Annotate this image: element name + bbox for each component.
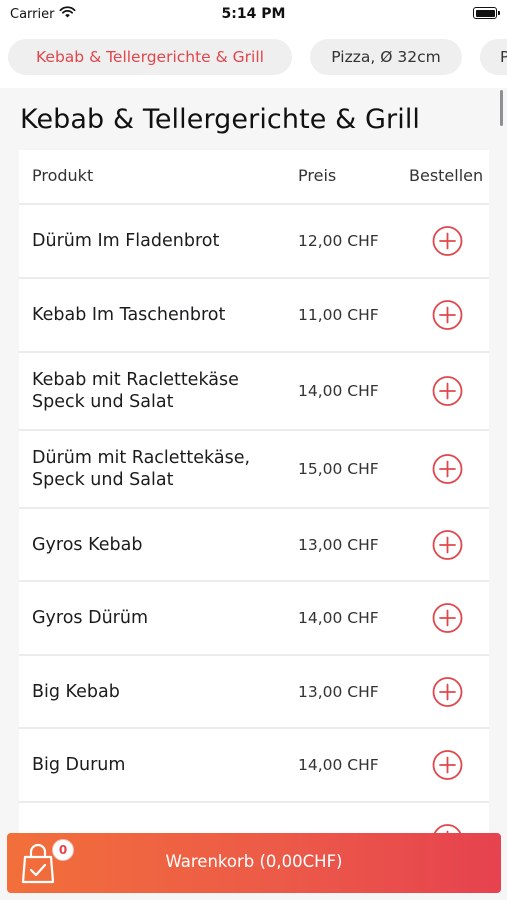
- table-row: Dürüm Im Fladenbrot 12,00 CHF: [19, 205, 489, 279]
- product-name: Big Kebab: [32, 681, 120, 702]
- product-name: Gyros Dürüm: [32, 608, 149, 628]
- menu-table: Produkt Preis Bestellen Dürüm Im Fladenb…: [19, 150, 489, 877]
- status-bar: Carrier 5:14 PM: [0, 0, 507, 30]
- add-to-cart-button[interactable]: [432, 376, 463, 407]
- add-to-cart-button[interactable]: [432, 226, 463, 257]
- tab-next[interactable]: P: [480, 39, 507, 75]
- add-to-cart-button[interactable]: [432, 603, 463, 634]
- product-name: Dürüm Im Fladenbrot: [32, 231, 220, 251]
- plus-circle-icon: [432, 376, 463, 407]
- cart-button[interactable]: 0 Warenkorb (0,00CHF): [7, 833, 501, 893]
- add-to-cart-button[interactable]: [432, 676, 463, 707]
- table-row: Kebab Im Taschenbrot 11,00 CHF: [19, 279, 489, 353]
- table-row: Gyros Dürüm 14,00 CHF: [19, 582, 489, 656]
- table-header: Produkt Preis Bestellen: [19, 150, 489, 205]
- add-to-cart-button[interactable]: [432, 454, 463, 485]
- product-price: 12,00 CHF: [298, 232, 379, 250]
- product-name: Kebab mit Raclettekäse Speck und Salat: [32, 370, 239, 412]
- scrollbar[interactable]: [500, 90, 503, 126]
- battery-icon: [473, 7, 500, 19]
- table-row: Gyros Kebab 13,00 CHF: [19, 509, 489, 582]
- cart-label: Warenkorb (0,00CHF): [165, 852, 343, 871]
- add-to-cart-button[interactable]: [432, 300, 463, 331]
- product-name: Dürüm mit Raclettekäse, Speck und Salat: [32, 448, 251, 490]
- product-price: 13,00 CHF: [298, 682, 379, 701]
- table-row: Kebab mit Raclettekäse Speck und Salat 1…: [19, 353, 489, 431]
- plus-circle-icon: [432, 226, 463, 257]
- clock: 5:14 PM: [221, 6, 286, 22]
- product-price: 14,00 CHF: [298, 756, 379, 774]
- product-price: 15,00 CHF: [298, 460, 379, 478]
- plus-circle-icon: [432, 300, 463, 331]
- add-to-cart-button[interactable]: [432, 529, 463, 560]
- table-row: Big Kebab 13,00 CHF: [19, 656, 489, 729]
- plus-circle-icon: [432, 529, 463, 560]
- header-order: Bestellen: [409, 166, 484, 185]
- section-title: Kebab & Tellergerichte & Grill: [20, 104, 421, 135]
- menu-content: Kebab & Tellergerichte & Grill Produkt P…: [0, 88, 507, 900]
- product-name: Gyros Kebab: [32, 534, 143, 555]
- table-row: Dürüm mit Raclettekäse, Speck und Salat …: [19, 431, 489, 509]
- header-product: Produkt: [32, 166, 94, 185]
- tab-kebab[interactable]: Kebab & Tellergerichte & Grill: [8, 39, 292, 75]
- add-to-cart-button[interactable]: [432, 750, 463, 781]
- product-price: 13,00 CHF: [298, 535, 379, 554]
- plus-circle-icon: [432, 454, 463, 485]
- product-price: 11,00 CHF: [298, 306, 379, 324]
- tab-pizza[interactable]: Pizza, Ø 32cm: [310, 39, 462, 75]
- product-price: 14,00 CHF: [298, 382, 379, 400]
- product-name: Big Durum: [32, 755, 126, 775]
- plus-circle-icon: [432, 750, 463, 781]
- table-row: Big Durum 14,00 CHF: [19, 729, 489, 803]
- category-tabs: Kebab & Tellergerichte & Grill Pizza, Ø …: [0, 30, 507, 88]
- plus-circle-icon: [432, 676, 463, 707]
- plus-circle-icon: [432, 603, 463, 634]
- product-price: 14,00 CHF: [298, 609, 379, 627]
- header-price: Preis: [298, 166, 337, 185]
- product-name: Kebab Im Taschenbrot: [32, 305, 226, 325]
